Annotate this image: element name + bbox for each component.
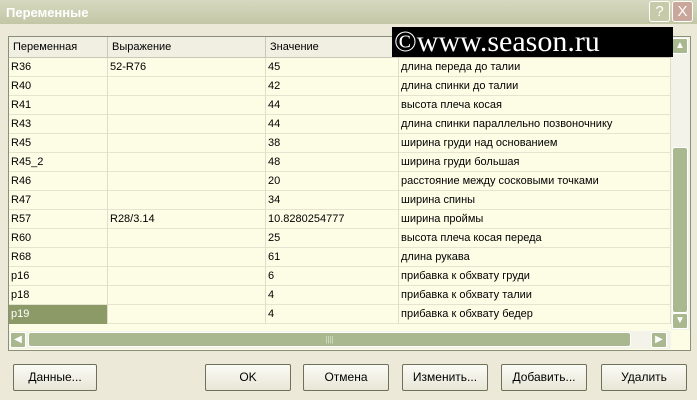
table-row[interactable]: R57 R28/3.14 10.8280254777 ширина проймы [9, 210, 671, 229]
expression-cell[interactable] [108, 172, 266, 191]
table-row[interactable]: R68 61 длина рукава [9, 248, 671, 267]
description-cell[interactable]: длина переда до талии [399, 58, 671, 77]
variable-cell[interactable]: p19 [9, 305, 108, 324]
expression-cell[interactable]: 52-R76 [108, 58, 266, 77]
value-cell[interactable]: 38 [266, 134, 399, 153]
expression-cell[interactable] [108, 134, 266, 153]
variable-cell[interactable]: R43 [9, 115, 108, 134]
expression-cell[interactable] [108, 153, 266, 172]
table-row[interactable]: R41 44 высота плеча косая [9, 96, 671, 115]
value-cell[interactable]: 45 [266, 58, 399, 77]
variable-cell[interactable]: R68 [9, 248, 108, 267]
variable-cell[interactable]: R60 [9, 229, 108, 248]
delete-button[interactable]: Удалить [601, 364, 687, 391]
expression-cell[interactable] [108, 115, 266, 134]
expression-cell[interactable] [108, 248, 266, 267]
value-cell[interactable]: 6 [266, 267, 399, 286]
table-row[interactable]: R47 34 ширина спины [9, 191, 671, 210]
description-cell[interactable]: высота плеча косая [399, 96, 671, 115]
horizontal-scrollbar[interactable]: ◀ |||| ▶ [9, 331, 671, 349]
scroll-right-icon[interactable]: ▶ [651, 332, 667, 348]
table-row[interactable]: R36 52-R76 45 длина переда до талии [9, 58, 671, 77]
scroll-up-icon[interactable]: ▲ [672, 38, 688, 54]
value-cell[interactable]: 48 [266, 153, 399, 172]
scroll-down-icon[interactable]: ▼ [672, 313, 688, 329]
expression-cell[interactable] [108, 286, 266, 305]
variable-cell[interactable]: R45 [9, 134, 108, 153]
value-cell[interactable]: 34 [266, 191, 399, 210]
variable-cell[interactable]: R47 [9, 191, 108, 210]
expression-cell[interactable] [108, 305, 266, 324]
horizontal-scroll-thumb[interactable]: |||| [28, 332, 631, 347]
ok-button[interactable]: OK [205, 364, 291, 391]
value-cell[interactable]: 20 [266, 172, 399, 191]
variable-cell[interactable]: R57 [9, 210, 108, 229]
variable-cell[interactable]: R40 [9, 77, 108, 96]
description-cell[interactable]: ширина груди большая [399, 153, 671, 172]
value-cell[interactable]: 44 [266, 96, 399, 115]
column-header-value[interactable]: Значение [266, 37, 399, 58]
watermark: ©www.season.ru [392, 27, 673, 57]
value-cell[interactable]: 61 [266, 248, 399, 267]
expression-cell[interactable] [108, 96, 266, 115]
table-row[interactable]: R43 44 длина спинки параллельно позвоночни… [9, 115, 671, 134]
vertical-scrollbar[interactable]: ▲ ▼ [671, 37, 690, 330]
data-button[interactable]: Данные... [13, 364, 97, 391]
variable-cell[interactable]: R45_2 [9, 153, 108, 172]
description-cell[interactable]: высота плеча косая переда [399, 229, 671, 248]
expression-cell[interactable] [108, 77, 266, 96]
description-cell[interactable]: прибавка к обхвату бедер [399, 305, 671, 324]
edit-button[interactable]: Изменить... [402, 364, 488, 391]
variable-cell[interactable]: R46 [9, 172, 108, 191]
description-cell[interactable]: ширина спины [399, 191, 671, 210]
expression-cell[interactable]: R28/3.14 [108, 210, 266, 229]
column-header-expression[interactable]: Выражение [108, 37, 266, 58]
table-row[interactable]: R40 42 длина спинки до талии [9, 77, 671, 96]
help-button[interactable]: ? [649, 1, 670, 22]
add-button[interactable]: Добавить... [501, 364, 587, 391]
close-button[interactable]: X [672, 1, 693, 22]
description-cell[interactable]: расстояние между сосковыми точками [399, 172, 671, 191]
column-header-variable[interactable]: Переменная [9, 37, 108, 58]
value-cell[interactable]: 4 [266, 305, 399, 324]
value-cell[interactable]: 10.8280254777 [266, 210, 399, 229]
table-row[interactable]: p16 6 прибавка к обхвату груди [9, 267, 671, 286]
value-cell[interactable]: 42 [266, 77, 399, 96]
table-row[interactable]: p18 4 прибавка к обхвату талии [9, 286, 671, 305]
table-row[interactable]: R45_2 48 ширина груди большая [9, 153, 671, 172]
cancel-button[interactable]: Отмена [303, 364, 389, 391]
description-cell[interactable]: длина спинки до талии [399, 77, 671, 96]
title-bar: Переменные [0, 0, 697, 24]
value-cell[interactable]: 44 [266, 115, 399, 134]
table-row[interactable]: p19 4 прибавка к обхвату бедер [9, 305, 671, 324]
variable-cell[interactable]: p16 [9, 267, 108, 286]
table-row[interactable]: R46 20 расстояние между сосковыми точками [9, 172, 671, 191]
variable-cell[interactable]: R36 [9, 58, 108, 77]
variables-grid: Переменная Выражение Значение R36 52-R76 4… [8, 36, 691, 351]
variable-cell[interactable]: R41 [9, 96, 108, 115]
description-cell[interactable]: ширина проймы [399, 210, 671, 229]
value-cell[interactable]: 4 [266, 286, 399, 305]
description-cell[interactable]: прибавка к обхвату груди [399, 267, 671, 286]
table-row[interactable]: R45 38 ширина груди над основанием [9, 134, 671, 153]
description-cell[interactable]: длина рукава [399, 248, 671, 267]
vertical-scroll-thumb[interactable] [672, 147, 688, 313]
value-cell[interactable]: 25 [266, 229, 399, 248]
expression-cell[interactable] [108, 229, 266, 248]
description-cell[interactable]: длина спинки параллельно позвоночнику [399, 115, 671, 134]
expression-cell[interactable] [108, 191, 266, 210]
window-title: Переменные [6, 5, 89, 20]
variable-cell[interactable]: p18 [9, 286, 108, 305]
expression-cell[interactable] [108, 267, 266, 286]
scroll-left-icon[interactable]: ◀ [10, 332, 26, 348]
table-row[interactable]: R60 25 высота плеча косая переда [9, 229, 671, 248]
description-cell[interactable]: ширина груди над основанием [399, 134, 671, 153]
description-cell[interactable]: прибавка к обхвату талии [399, 286, 671, 305]
